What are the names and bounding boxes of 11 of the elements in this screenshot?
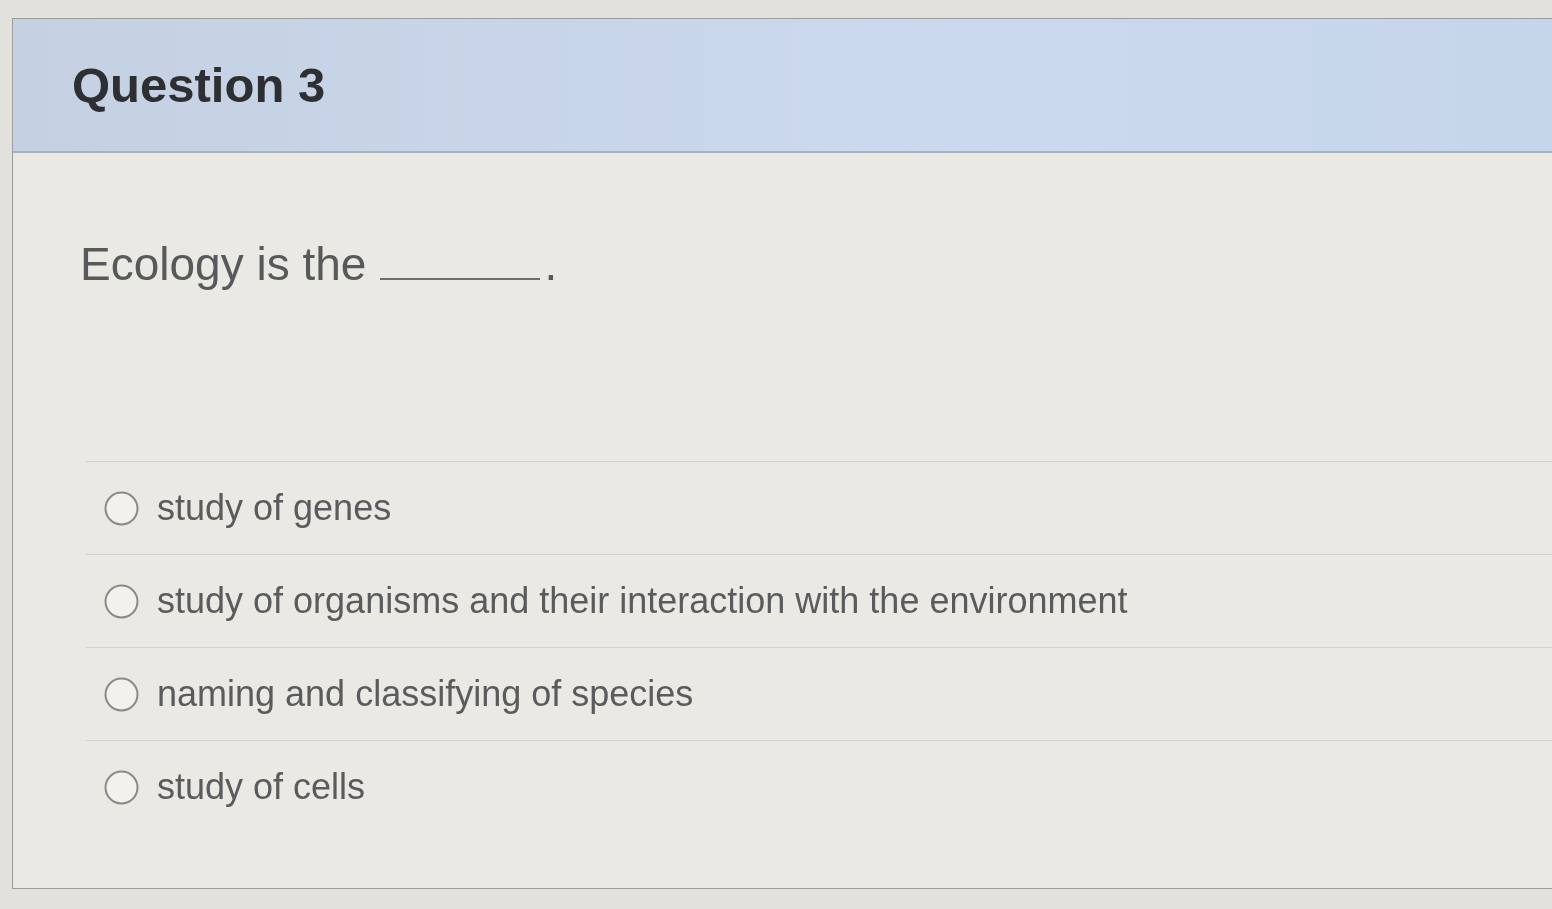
option-label[interactable]: study of organisms and their interaction with the environment — [157, 580, 1128, 622]
question-title: Question 3 — [72, 57, 326, 113]
question-text: Ecology is the — [80, 237, 367, 291]
radio-button[interactable] — [104, 490, 139, 526]
option-label[interactable]: naming and classifying of species — [157, 673, 694, 715]
punctuation-text: . — [544, 237, 558, 291]
option-label[interactable]: study of cells — [157, 766, 366, 808]
radio-button[interactable] — [104, 676, 139, 712]
radio-button[interactable] — [104, 769, 139, 805]
option-label[interactable]: study of genes — [157, 487, 392, 529]
radio-button[interactable] — [104, 583, 139, 619]
